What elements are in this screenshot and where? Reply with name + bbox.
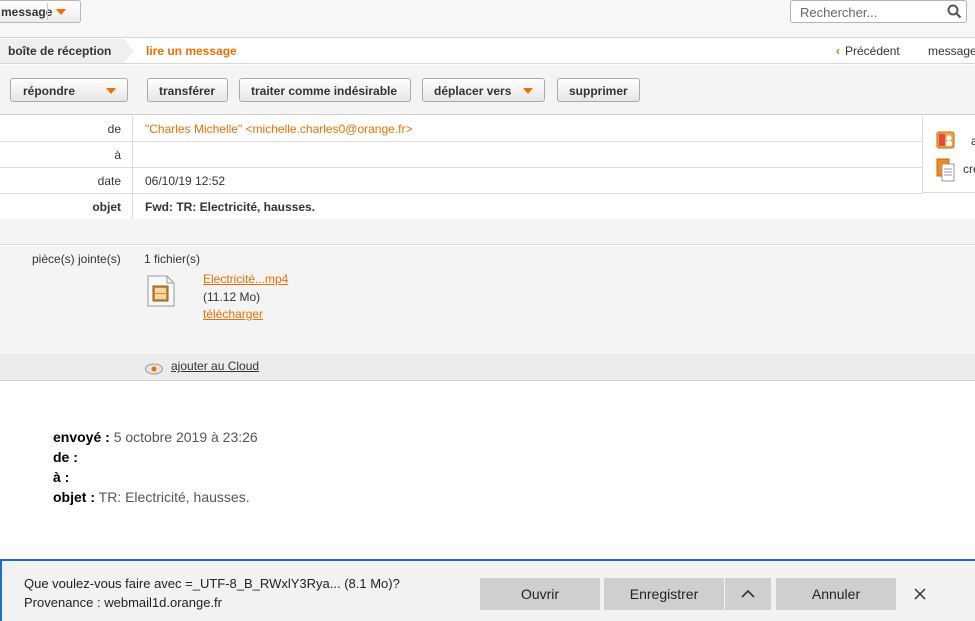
contact-card-icon (936, 131, 955, 149)
to-label: à (114, 148, 121, 162)
message-menu-label: message (1, 5, 53, 19)
close-icon[interactable] (913, 587, 927, 601)
reply-button[interactable]: répondre (10, 78, 128, 102)
download-question: Que voulez-vous faire avec =_UTF-8_B_RWx… (24, 576, 400, 591)
chevron-left-icon: ‹ (836, 44, 840, 58)
from-value[interactable]: "Charles Michelle" <michelle.charles0@or… (145, 122, 413, 136)
save-button[interactable]: Enregistrer (604, 578, 724, 610)
forward-button[interactable]: transférer (147, 78, 228, 102)
download-link[interactable]: télécharger (203, 307, 263, 321)
top-bar: message Rechercher... (0, 0, 975, 38)
breadcrumb: boîte de réception lire un message ‹ Préc… (0, 39, 975, 64)
date-label: date (97, 174, 121, 188)
add-to-cloud-link[interactable]: ajouter au Cloud (171, 359, 259, 373)
next-message-link[interactable]: message (928, 44, 975, 58)
action-toolbar: répondre transférer traiter comme indési… (0, 65, 975, 115)
header-spacer (0, 219, 975, 245)
move-to-button[interactable]: déplacer vers (422, 78, 545, 102)
attachment-size: (11.12 Mo) (203, 290, 261, 304)
body-sent-line: envoyé : 5 octobre 2019 à 23:26 (53, 429, 258, 445)
previous-link[interactable]: ‹ Précédent (836, 44, 900, 58)
delete-button[interactable]: supprimer (557, 78, 640, 102)
chevron-down-icon (56, 9, 66, 15)
attachments-panel: pièce(s) jointe(s) 1 fichier(s) Electric… (0, 246, 975, 354)
body-subject-line: objet : TR: Electricité, hausses. (53, 489, 250, 505)
header-row-date: date 06/10/19 12:52 (0, 168, 923, 194)
save-options-button[interactable] (725, 578, 771, 610)
note-icon (936, 158, 955, 182)
chevron-down-icon (523, 88, 533, 94)
chevron-down-icon (106, 88, 116, 94)
cancel-button[interactable]: Annuler (776, 578, 896, 610)
chevron-up-icon (741, 589, 755, 598)
header-row-from: de "Charles Michelle" <michelle.charles0… (0, 116, 923, 142)
search-input[interactable]: Rechercher... (790, 0, 967, 23)
message-header: de "Charles Michelle" <michelle.charles0… (0, 116, 923, 220)
body-to-line: à : (53, 469, 70, 485)
download-source: Provenance : webmail1d.orange.fr (24, 595, 223, 610)
video-file-icon (147, 275, 175, 307)
header-row-to: à (0, 142, 923, 168)
attachments-label: pièce(s) jointe(s) (32, 252, 121, 266)
subject-label: objet (92, 200, 121, 214)
cloud-icon (145, 363, 163, 375)
side-actions: a cré (922, 116, 975, 193)
header-row-subject: objet Fwd: TR: Electricité, hausses. (0, 194, 923, 220)
date-value: 06/10/19 12:52 (145, 174, 226, 188)
attachment-file-link[interactable]: Electricité...mp4 (203, 272, 288, 286)
breadcrumb-current: lire un message (146, 44, 237, 58)
search-icon[interactable] (947, 4, 962, 19)
search-placeholder: Rechercher... (800, 5, 878, 20)
download-bar: Que voulez-vous faire avec =_UTF-8_B_RWx… (0, 559, 975, 621)
mark-spam-button[interactable]: traiter comme indésirable (239, 78, 411, 102)
body-from-line: de : (53, 449, 78, 465)
add-contact-button[interactable]: a (935, 129, 975, 154)
create-button[interactable]: cré (935, 158, 975, 185)
message-menu-button[interactable]: message (0, 0, 81, 23)
from-label: de (107, 122, 121, 136)
cloud-bar: ajouter au Cloud (0, 354, 975, 381)
attachments-count: 1 fichier(s) (144, 252, 201, 266)
subject-value: Fwd: TR: Electricité, hausses. (145, 200, 316, 214)
breadcrumb-inbox[interactable]: boîte de réception (0, 39, 124, 63)
open-button[interactable]: Ouvrir (480, 578, 600, 610)
